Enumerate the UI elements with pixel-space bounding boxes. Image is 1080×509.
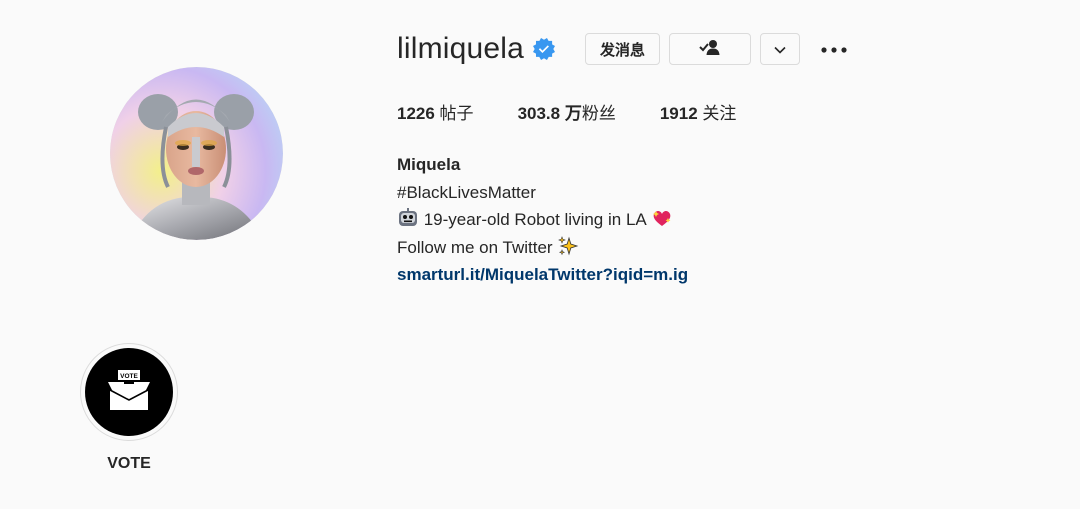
verified-badge-icon (533, 38, 556, 60)
highlight-cover[interactable]: VOTE (80, 343, 178, 441)
suggested-accounts-button[interactable] (760, 33, 801, 65)
profile-avatar[interactable] (110, 67, 283, 240)
highlight-label: VOTE (107, 455, 151, 472)
followers-count[interactable]: 303.8 万粉丝 (518, 102, 616, 126)
following-button[interactable] (669, 33, 752, 65)
following-count[interactable]: 1912 关注 (660, 102, 737, 126)
avatar-image (110, 67, 283, 240)
bio-robot-text: 19-year-old Robot living in LA (419, 210, 651, 229)
more-options-button[interactable] (820, 33, 848, 65)
highlight-cover-inner: VOTE (85, 348, 173, 436)
ballot-text: VOTE (120, 373, 138, 380)
username: lilmiquela (397, 32, 525, 65)
profile-header: lilmiquela 发消息 (397, 28, 848, 70)
posts-label: 帖子 (434, 104, 474, 123)
bio-line-robot: 19-year-old Robot living in LA (397, 206, 688, 234)
profile-stats: 1226 帖子 303.8 万粉丝 1912 关注 (397, 102, 780, 126)
followers-label: 粉丝 (581, 104, 616, 123)
ballot-box-icon: VOTE (104, 368, 154, 417)
following-value: 1912 (659, 104, 698, 123)
display-name: Miquela (397, 155, 461, 174)
ellipsis-icon (821, 40, 847, 58)
chevron-down-icon (774, 41, 786, 58)
profile-bio: Miquela #BlackLivesMatter 19-year-old Ro… (397, 151, 688, 289)
bio-hashtag[interactable]: #BlackLivesMatter (397, 179, 688, 207)
person-check-icon (698, 39, 722, 59)
bio-external-link[interactable]: smarturl.it/MiquelaTwitter?iqid=m.ig (397, 265, 688, 284)
sparkling-heart-icon (651, 207, 673, 229)
bio-twitter-text: Follow me on Twitter (397, 237, 558, 257)
robot-face-icon (397, 207, 419, 229)
message-button[interactable]: 发消息 (585, 33, 661, 65)
bio-line-twitter: Follow me on Twitter (397, 234, 688, 262)
sparkles-icon (557, 235, 579, 257)
followers-value: 303.8 万 (517, 104, 582, 123)
story-highlight[interactable]: VOTE VOTE (80, 343, 178, 473)
posts-count: 1226 帖子 (397, 102, 474, 126)
posts-value: 1226 (397, 104, 435, 123)
following-label: 关注 (697, 104, 737, 123)
